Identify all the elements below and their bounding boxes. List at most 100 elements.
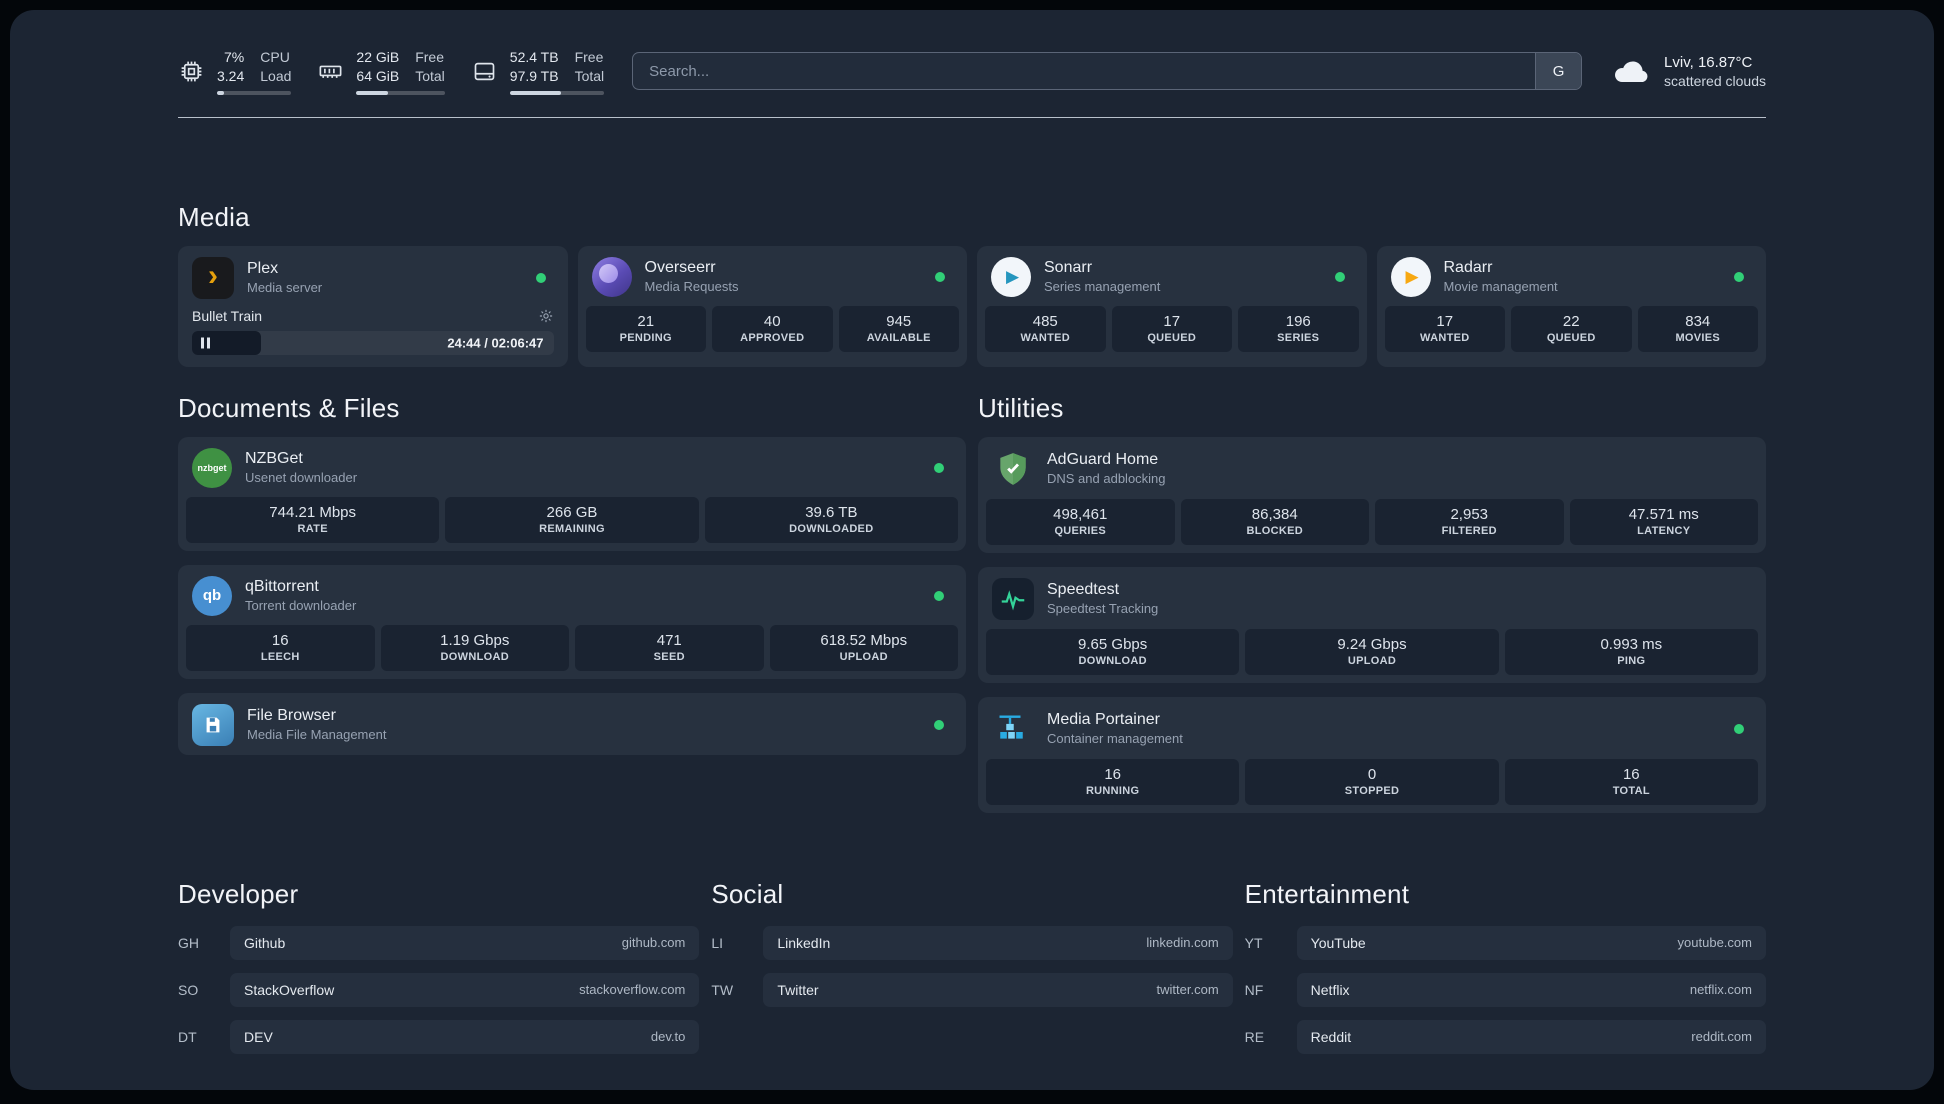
cloud-icon xyxy=(1610,56,1652,86)
memory-free: 22 GiB xyxy=(356,49,400,65)
bookmarks-social: Social LI LinkedIn linkedin.com TW Twitt… xyxy=(711,879,1233,1067)
disk-bar xyxy=(509,90,605,95)
app-card-overseerr[interactable]: Overseerr Media Requests 21 PENDING 40 A… xyxy=(577,245,967,367)
app-name: AdGuard Home xyxy=(1047,451,1159,469)
app-desc: Usenet downloader xyxy=(245,470,358,486)
stat-upload: 618.52 Mbps UPLOAD xyxy=(769,624,958,671)
stat-remaining: 266 GB REMAINING xyxy=(445,496,699,543)
app-card-sonarr[interactable]: ▶ Sonarr Series management 485 WANTED 17… xyxy=(977,245,1367,367)
app-card-speedtest[interactable]: Speedtest Speedtest Tracking 9.65 Gbps D… xyxy=(978,566,1766,683)
disk-total: 97.9 TB xyxy=(509,67,559,84)
section-title-media: Media xyxy=(178,201,250,232)
gear-icon[interactable] xyxy=(538,308,554,324)
search-provider-button[interactable]: G xyxy=(1535,53,1582,90)
utilities-column: Utilities AdGuard Home DNS and adblockin… xyxy=(978,393,1766,827)
cpu-usage: 7% xyxy=(224,49,245,65)
app-name: Overseerr xyxy=(644,259,716,277)
cpu-label-2: Load xyxy=(260,67,292,84)
system-resources: 7% 3.24 CPU Load 22 GiB 64 GiB Free Tota… xyxy=(178,48,605,95)
stat-seed: 471 SEED xyxy=(575,624,764,671)
app-desc: Media Requests xyxy=(644,279,739,295)
bookmark-twitter[interactable]: Twitter twitter.com xyxy=(763,972,1233,1007)
section-title-utilities: Utilities xyxy=(978,392,1064,423)
app-desc: Media File Management xyxy=(247,727,387,743)
stat-total: 16 TOTAL xyxy=(1504,758,1758,805)
bookmark-dev[interactable]: DEV dev.to xyxy=(230,1019,700,1054)
cpu-label-1: CPU xyxy=(260,49,290,65)
app-desc: Movie management xyxy=(1443,279,1558,295)
now-playing-title: Bullet Train xyxy=(192,307,263,324)
app-desc: Series management xyxy=(1044,279,1161,295)
plex-progress-bar[interactable]: 24:44 / 02:06:47 xyxy=(192,330,554,355)
bookmark-abbr: RE xyxy=(1244,1028,1265,1045)
status-dot xyxy=(935,271,945,282)
bookmark-linkedin[interactable]: LinkedIn linkedin.com xyxy=(763,925,1233,960)
pause-icon[interactable] xyxy=(201,337,210,349)
disk-free: 52.4 TB xyxy=(509,49,559,65)
app-name: Media Portainer xyxy=(1047,711,1160,729)
media-row: › Plex Media server Bullet Train 24:44 /… xyxy=(178,245,1766,367)
bookmark-row: DT DEV dev.to xyxy=(178,1019,700,1054)
memory-bar xyxy=(356,90,445,95)
stat-rate: 744.21 Mbps RATE xyxy=(186,496,440,543)
cpu-load: 3.24 xyxy=(217,67,245,84)
stat-stopped: 0 STOPPED xyxy=(1245,758,1499,805)
disk-widget: 52.4 TB 97.9 TB Free Total xyxy=(471,48,605,95)
stat-ping: 0.993 ms PING xyxy=(1504,628,1758,675)
weather-location: Lviv, 16.87°C xyxy=(1664,53,1753,71)
status-dot xyxy=(934,719,944,730)
sonarr-icon: ▶ xyxy=(991,256,1031,297)
bookmark-row: SO StackOverflow stackoverflow.com xyxy=(178,972,700,1007)
app-desc: Torrent downloader xyxy=(245,598,357,614)
stat-wanted: 485 WANTED xyxy=(985,305,1106,352)
bookmark-github[interactable]: Github github.com xyxy=(230,925,700,960)
portainer-icon xyxy=(992,708,1034,750)
bookmark-row: GH Github github.com xyxy=(178,925,700,960)
weather-widget: Lviv, 16.87°C scattered clouds xyxy=(1610,54,1766,89)
stat-available: 945 AVAILABLE xyxy=(838,305,959,352)
bookmark-reddit[interactable]: Reddit reddit.com xyxy=(1296,1019,1766,1054)
stat-queued: 17 QUEUED xyxy=(1111,305,1232,352)
app-name: File Browser xyxy=(247,707,336,725)
status-dot xyxy=(1734,723,1744,734)
bookmarks-entertainment: Entertainment YT YouTube youtube.com NF … xyxy=(1245,879,1766,1067)
bookmark-row: LI LinkedIn linkedin.com xyxy=(711,925,1233,960)
app-desc: Container management xyxy=(1047,731,1183,747)
app-card-portainer[interactable]: Media Portainer Container management 16 … xyxy=(978,696,1766,813)
app-name: Plex xyxy=(247,260,279,278)
bookmark-abbr: SO xyxy=(178,981,199,998)
plex-now-playing: Bullet Train 24:44 / 02:06:47 xyxy=(178,308,568,367)
search-bar: G xyxy=(632,52,1583,91)
app-card-radarr[interactable]: ▶ Radarr Movie management 17 WANTED 22 Q… xyxy=(1376,245,1766,367)
weather-condition: scattered clouds xyxy=(1664,72,1766,89)
memory-label-1: Free xyxy=(415,49,445,65)
status-dot xyxy=(535,272,546,283)
app-card-nzbget[interactable]: nzbget NZBGet Usenet downloader 744.21 M… xyxy=(178,436,966,551)
app-name: Speedtest xyxy=(1047,581,1120,599)
stat-downloaded: 39.6 TB DOWNLOADED xyxy=(704,496,958,543)
app-card-filebrowser[interactable]: File Browser Media File Management xyxy=(178,692,966,755)
status-dot xyxy=(1334,271,1345,282)
bookmark-row: RE Reddit reddit.com xyxy=(1244,1019,1766,1054)
stat-latency: 47.571 ms LATENCY xyxy=(1569,498,1758,545)
middle-columns: Documents & Files nzbget NZBGet Usenet d… xyxy=(178,393,1766,827)
bookmark-abbr: TW xyxy=(711,981,734,998)
app-desc: DNS and adblocking xyxy=(1047,471,1166,487)
stat-download: 1.19 Gbps DOWNLOAD xyxy=(380,624,569,671)
bookmarks-developer: Developer GH Github github.com SO StackO… xyxy=(178,879,700,1067)
app-card-adguard[interactable]: AdGuard Home DNS and adblocking 498,461 … xyxy=(978,436,1766,553)
bookmark-abbr: NF xyxy=(1244,981,1264,998)
memory-label-2: Total xyxy=(415,67,445,84)
app-card-plex[interactable]: › Plex Media server Bullet Train 24:44 /… xyxy=(178,245,568,367)
bookmark-netflix[interactable]: Netflix netflix.com xyxy=(1296,972,1766,1007)
status-dot xyxy=(1734,271,1744,282)
playback-time: 24:44 / 02:06:47 xyxy=(447,335,544,351)
stat-upload: 9.24 Gbps UPLOAD xyxy=(1245,628,1499,675)
bookmark-youtube[interactable]: YouTube youtube.com xyxy=(1296,925,1766,960)
bookmark-stackoverflow[interactable]: StackOverflow stackoverflow.com xyxy=(230,972,700,1007)
topbar-divider xyxy=(178,116,1766,118)
topbar: 7% 3.24 CPU Load 22 GiB 64 GiB Free Tota… xyxy=(178,48,1766,95)
app-card-qbittorrent[interactable]: qb qBittorrent Torrent downloader 16 LEE… xyxy=(178,564,966,679)
search-input[interactable] xyxy=(633,53,1536,90)
filebrowser-icon xyxy=(192,703,234,746)
